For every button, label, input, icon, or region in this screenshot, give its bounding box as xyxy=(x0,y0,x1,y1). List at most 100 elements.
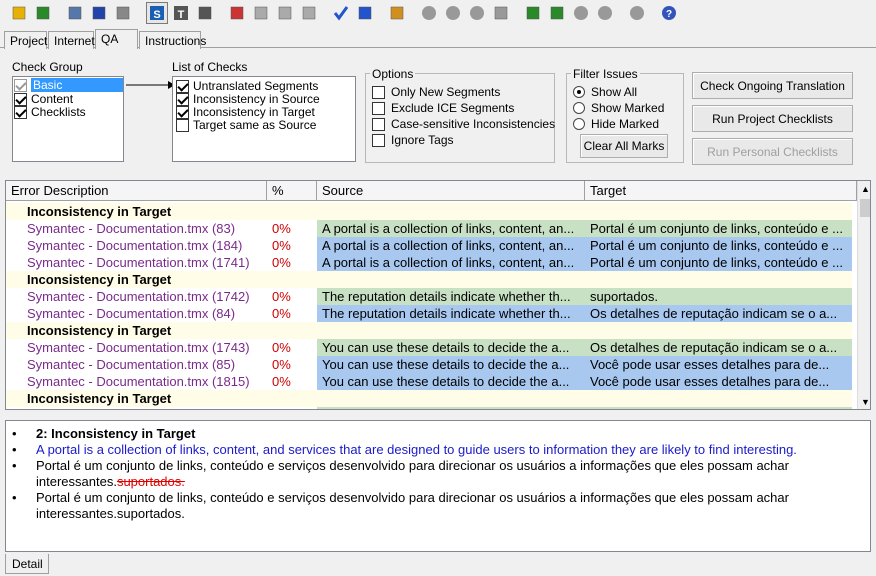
check-group-item-checklists[interactable]: Checklists xyxy=(14,105,86,119)
vertical-scrollbar[interactable]: ▲ ▼ xyxy=(857,181,870,409)
help-icon[interactable]: ? xyxy=(658,2,680,24)
option-only-new[interactable]: Only New Segments xyxy=(372,85,500,99)
column-header-percent[interactable]: % xyxy=(267,181,317,201)
group-header-row[interactable]: Inconsistency in Target xyxy=(6,322,852,339)
list-icon[interactable] xyxy=(194,2,216,24)
group-header-row[interactable]: Inconsistency in Target xyxy=(6,390,852,407)
check-ongoing-translation-button[interactable]: Check Ongoing Translation xyxy=(692,72,853,99)
stop-circle-icon[interactable] xyxy=(466,2,488,24)
check-group-item-content[interactable]: Content xyxy=(14,92,73,106)
palette-icon[interactable] xyxy=(226,2,248,24)
scroll-thumb[interactable] xyxy=(860,199,870,217)
table-row[interactable]: Symantec - Documentation.tmx (1815) 0% You… xyxy=(6,373,852,390)
check-group-list[interactable]: Basic Content Checklists xyxy=(12,76,124,162)
import-icon[interactable] xyxy=(64,2,86,24)
table-row[interactable]: Symantec - Documentation.tmx (1742) 0% The… xyxy=(6,288,852,305)
target-cell: Portal é um conjunto de links, conteúdo … xyxy=(585,237,852,254)
refresh-icon[interactable] xyxy=(88,2,110,24)
document-icon[interactable] xyxy=(112,2,134,24)
arrow-icon xyxy=(126,81,175,89)
checkbox-icon[interactable] xyxy=(14,92,27,106)
checkbox-icon[interactable] xyxy=(176,105,189,119)
group-header-row[interactable]: Inconsistency in Target xyxy=(6,271,852,288)
table-row[interactable]: Symantec - Documentation.tmx (84) 0% The r… xyxy=(6,305,852,322)
checkbox-icon[interactable] xyxy=(14,105,27,119)
radio-icon[interactable] xyxy=(573,118,585,130)
redo-icon[interactable] xyxy=(546,2,568,24)
gray-square-icon[interactable] xyxy=(250,2,272,24)
checkbox-icon[interactable] xyxy=(14,78,27,92)
column-header-source[interactable]: Source xyxy=(317,181,585,201)
checkbox-icon[interactable] xyxy=(372,101,385,115)
checklist-icon[interactable] xyxy=(354,2,376,24)
zoom-out-icon[interactable] xyxy=(594,2,616,24)
checkbox-icon[interactable] xyxy=(176,79,189,93)
column-header-target[interactable]: Target xyxy=(585,181,857,201)
check-mark-icon[interactable] xyxy=(330,2,352,24)
check-item[interactable]: Inconsistency in Source xyxy=(176,92,320,106)
forward-circle-icon[interactable] xyxy=(442,2,464,24)
globe-icon[interactable] xyxy=(626,2,648,24)
toolbar: S T? xyxy=(0,0,876,28)
table-row[interactable]: Symantec - Documentation.tmx (1741) 0% A p… xyxy=(6,254,852,271)
table-row[interactable]: Symantec - Documentation.tmx (184) 0% A po… xyxy=(6,237,852,254)
checkbox-icon[interactable] xyxy=(372,85,385,99)
run-project-checklists-button[interactable]: Run Project Checklists xyxy=(692,105,853,132)
tab-project[interactable]: Project xyxy=(4,31,47,49)
back-circle-icon[interactable] xyxy=(418,2,440,24)
checkbox-icon[interactable] xyxy=(176,118,189,132)
detail-target2-line: • Portal é um conjunto de links, conteúdo… xyxy=(12,490,789,505)
percent-cell: 0% xyxy=(272,238,291,253)
filter-show-all[interactable]: Show All xyxy=(573,85,637,99)
gray-square-icon[interactable] xyxy=(274,2,296,24)
s-icon[interactable]: S xyxy=(146,2,168,24)
issues-grid[interactable]: Error Description % Source Target Incons… xyxy=(5,180,871,410)
undo-icon[interactable] xyxy=(522,2,544,24)
check-item[interactable]: Untranslated Segments xyxy=(176,79,318,93)
scroll-down-icon[interactable]: ▼ xyxy=(858,394,870,409)
page-icon[interactable] xyxy=(490,2,512,24)
option-case-sensitive[interactable]: Case-sensitive Inconsistencies xyxy=(372,117,555,131)
open-folder-icon[interactable] xyxy=(8,2,30,24)
detail-source-line: • A portal is a collection of links, cont… xyxy=(12,442,797,457)
column-header-error-description[interactable]: Error Description xyxy=(6,181,267,201)
tab-detail[interactable]: Detail xyxy=(5,554,49,574)
save-icon[interactable] xyxy=(32,2,54,24)
target-cell: Os detalhes de reputação indicam se o a.… xyxy=(585,339,852,356)
radio-icon[interactable] xyxy=(573,86,585,98)
checkbox-icon[interactable] xyxy=(372,133,385,147)
tab-internet[interactable]: Internet xyxy=(48,31,95,49)
percent-cell: 0% xyxy=(272,289,291,304)
checkbox-icon[interactable] xyxy=(176,92,189,106)
option-ignore-tags[interactable]: Ignore Tags xyxy=(372,133,454,147)
radio-icon[interactable] xyxy=(573,102,585,114)
file-cell: Symantec - Documentation.tmx (1741) xyxy=(27,255,250,270)
run-personal-checklists-button[interactable]: Run Personal Checklists xyxy=(692,138,853,165)
list-of-checks[interactable]: Untranslated Segments Inconsistency in S… xyxy=(172,76,356,162)
zoom-in-icon[interactable] xyxy=(570,2,592,24)
table-row[interactable]: Symantec - Documentation.tmx (85) 0% You c… xyxy=(6,356,852,373)
checkbox-icon[interactable] xyxy=(372,117,385,131)
table-row[interactable]: Symantec - Documentation.tmx (83) 0% A por… xyxy=(6,220,852,237)
scroll-up-icon[interactable]: ▲ xyxy=(858,181,870,198)
hand-icon[interactable] xyxy=(386,2,408,24)
target-cell: Portal é um conjunto de links, conteúdo … xyxy=(585,254,852,271)
filter-option-label: Show All xyxy=(591,85,638,99)
filter-hide-marked[interactable]: Hide Marked xyxy=(573,117,659,131)
table-row[interactable] xyxy=(6,407,852,409)
filter-show-marked[interactable]: Show Marked xyxy=(573,101,664,115)
tab-instructions[interactable]: Instructions xyxy=(139,31,206,49)
option-exclude-ice[interactable]: Exclude ICE Segments xyxy=(372,101,514,115)
table-row[interactable]: Symantec - Documentation.tmx (1743) 0% You… xyxy=(6,339,852,356)
clear-all-marks-button[interactable]: Clear All Marks xyxy=(580,134,668,158)
check-item[interactable]: Target same as Source xyxy=(176,118,316,132)
svg-text:?: ? xyxy=(666,9,672,20)
group-header-row[interactable]: Inconsistency in Target xyxy=(6,203,852,220)
tab-qa[interactable]: QA xyxy=(95,29,138,49)
gray-square-icon[interactable] xyxy=(298,2,320,24)
t-icon[interactable]: T xyxy=(170,2,192,24)
source-cell: A portal is a collection of links, conte… xyxy=(317,220,585,237)
check-group-item-basic[interactable]: Basic xyxy=(14,78,123,92)
check-item[interactable]: Inconsistency in Target xyxy=(176,105,315,119)
filter-label: Filter Issues xyxy=(571,67,640,81)
